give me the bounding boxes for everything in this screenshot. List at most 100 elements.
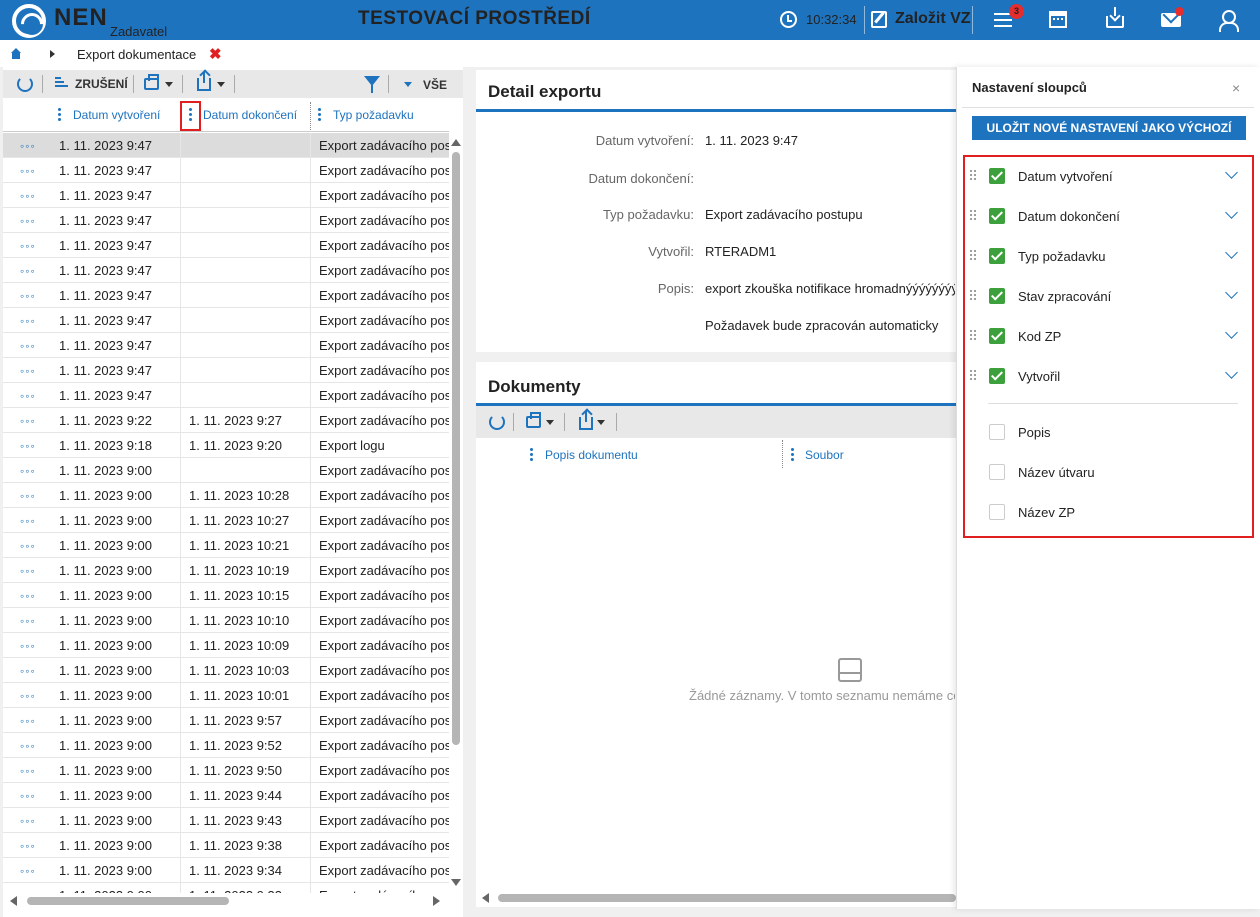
table-row[interactable]: ◦◦◦ 1. 11. 2023 9:47 Export zadávacího pos…: [3, 133, 449, 158]
export-icon[interactable]: [579, 411, 593, 430]
create-vz-button[interactable]: Založit VZ: [895, 10, 971, 28]
row-actions-icon[interactable]: ◦◦◦: [20, 889, 36, 893]
table-row[interactable]: ◦◦◦ 1. 11. 2023 9:00 1. 11. 2023 9:50 Expor…: [3, 758, 449, 783]
chevron-down-icon[interactable]: [1225, 166, 1238, 179]
row-actions-icon[interactable]: ◦◦◦: [20, 639, 36, 653]
chevron-down-icon[interactable]: [1225, 206, 1238, 219]
table-row[interactable]: ◦◦◦ 1. 11. 2023 9:47 Export zadávacího pos…: [3, 258, 449, 283]
chevron-down-icon[interactable]: [1225, 286, 1238, 299]
column-menu-icon[interactable]: [58, 108, 61, 122]
table-row[interactable]: ◦◦◦ 1. 11. 2023 9:00 1. 11. 2023 10:10 Expo…: [3, 608, 449, 633]
table-row[interactable]: ◦◦◦ 1. 11. 2023 9:00 1. 11. 2023 10:09 Expo…: [3, 633, 449, 658]
table-row[interactable]: ◦◦◦ 1. 11. 2023 9:22 1. 11. 2023 9:27 Expor…: [3, 408, 449, 433]
row-actions-icon[interactable]: ◦◦◦: [20, 214, 36, 228]
drag-handle-icon[interactable]: [969, 329, 976, 341]
table-row[interactable]: ◦◦◦ 1. 11. 2023 9:47 Export zadávacího pos…: [3, 183, 449, 208]
table-row[interactable]: ◦◦◦ 1. 11. 2023 9:00 1. 11. 2023 9:52 Expor…: [3, 733, 449, 758]
table-row[interactable]: ◦◦◦ 1. 11. 2023 9:47 Export zadávacího pos…: [3, 358, 449, 383]
refresh-icon[interactable]: [17, 76, 33, 92]
row-actions-icon[interactable]: ◦◦◦: [20, 839, 36, 853]
column-setting-item[interactable]: Popis: [963, 412, 1254, 452]
user-icon[interactable]: [1219, 10, 1239, 32]
print-icon[interactable]: [144, 74, 159, 90]
calendar-icon[interactable]: [1049, 11, 1067, 28]
row-actions-icon[interactable]: ◦◦◦: [20, 264, 36, 278]
column-setting-item[interactable]: Stav zpracování: [963, 276, 1254, 316]
row-actions-icon[interactable]: ◦◦◦: [20, 564, 36, 578]
table-row[interactable]: ◦◦◦ 1. 11. 2023 9:47 Export zadávacího pos…: [3, 383, 449, 408]
row-actions-icon[interactable]: ◦◦◦: [20, 489, 36, 503]
checkbox-checked[interactable]: [989, 208, 1005, 224]
close-tab-icon[interactable]: ✖: [209, 45, 222, 63]
horizontal-scrollbar-thumb[interactable]: [498, 894, 956, 902]
row-actions-icon[interactable]: ◦◦◦: [20, 414, 36, 428]
checkbox-checked[interactable]: [989, 328, 1005, 344]
drag-handle-icon[interactable]: [969, 369, 976, 381]
save-default-button[interactable]: ULOŽIT NOVÉ NASTAVENÍ JAKO VÝCHOZÍ: [972, 116, 1246, 140]
row-actions-icon[interactable]: ◦◦◦: [20, 814, 36, 828]
inbox-icon[interactable]: [1106, 7, 1124, 28]
row-actions-icon[interactable]: ◦◦◦: [20, 164, 36, 178]
column-header-file[interactable]: Soubor: [805, 448, 844, 462]
row-actions-icon[interactable]: ◦◦◦: [20, 539, 36, 553]
drag-handle-icon[interactable]: [969, 209, 976, 221]
drag-handle-icon[interactable]: [969, 249, 976, 261]
breadcrumb-current[interactable]: Export dokumentace: [77, 47, 196, 62]
scroll-right-icon[interactable]: [433, 896, 440, 906]
refresh-icon[interactable]: [489, 414, 505, 430]
edit-icon[interactable]: [871, 11, 887, 28]
row-actions-icon[interactable]: ◦◦◦: [20, 664, 36, 678]
drag-handle-icon[interactable]: [969, 169, 976, 181]
row-actions-icon[interactable]: ◦◦◦: [20, 189, 36, 203]
row-actions-icon[interactable]: ◦◦◦: [20, 464, 36, 478]
row-actions-icon[interactable]: ◦◦◦: [20, 239, 36, 253]
print-icon[interactable]: [526, 412, 541, 428]
table-row[interactable]: ◦◦◦ 1. 11. 2023 9:00 1. 11. 2023 9:44 Expor…: [3, 783, 449, 808]
table-row[interactable]: ◦◦◦ 1. 11. 2023 9:47 Export zadávacího pos…: [3, 308, 449, 333]
column-header-type[interactable]: Typ požadavku: [333, 108, 414, 122]
checkbox-checked[interactable]: [989, 288, 1005, 304]
table-row[interactable]: ◦◦◦ 1. 11. 2023 9:00 Export zadávacího pos…: [3, 458, 449, 483]
logo-icon[interactable]: [12, 4, 46, 38]
column-divider[interactable]: [310, 102, 311, 130]
column-setting-item[interactable]: Vytvořil: [963, 356, 1254, 396]
chevron-down-icon[interactable]: [546, 420, 554, 425]
table-row[interactable]: ◦◦◦ 1. 11. 2023 9:00 1. 11. 2023 10:01 Expo…: [3, 683, 449, 708]
scroll-left-icon[interactable]: [10, 896, 17, 906]
table-row[interactable]: ◦◦◦ 1. 11. 2023 9:00 1. 11. 2023 9:57 Expor…: [3, 708, 449, 733]
table-row[interactable]: ◦◦◦ 1. 11. 2023 9:47 Export zadávacího pos…: [3, 333, 449, 358]
drag-handle-icon[interactable]: [969, 289, 976, 301]
row-actions-icon[interactable]: ◦◦◦: [20, 389, 36, 403]
scroll-down-icon[interactable]: [451, 879, 461, 886]
checkbox-unchecked[interactable]: [989, 424, 1005, 440]
brand-name[interactable]: NEN: [54, 4, 108, 32]
column-header-document-description[interactable]: Popis dokumentu: [545, 448, 638, 462]
checkbox-checked[interactable]: [989, 168, 1005, 184]
row-actions-icon[interactable]: ◦◦◦: [20, 314, 36, 328]
column-setting-item[interactable]: Kod ZP: [963, 316, 1254, 356]
table-row[interactable]: ◦◦◦ 1. 11. 2023 9:00 1. 11. 2023 10:15 Expo…: [3, 583, 449, 608]
column-setting-item[interactable]: Datum dokončení: [963, 196, 1254, 236]
table-row[interactable]: ◦◦◦ 1. 11. 2023 9:00 1. 11. 2023 9:43 Expor…: [3, 808, 449, 833]
row-actions-icon[interactable]: ◦◦◦: [20, 364, 36, 378]
cancel-sort-icon[interactable]: [55, 77, 68, 90]
column-menu-icon[interactable]: [530, 448, 533, 462]
table-row[interactable]: ◦◦◦ 1. 11. 2023 9:00 1. 11. 2023 10:21 Expo…: [3, 533, 449, 558]
column-setting-item[interactable]: Název ZP: [963, 492, 1254, 532]
column-setting-item[interactable]: Typ požadavku: [963, 236, 1254, 276]
row-actions-icon[interactable]: ◦◦◦: [20, 864, 36, 878]
chevron-down-icon[interactable]: [597, 420, 605, 425]
table-row[interactable]: ◦◦◦ 1. 11. 2023 9:47 Export zadávacího pos…: [3, 283, 449, 308]
chevron-down-icon[interactable]: [1225, 246, 1238, 259]
column-divider[interactable]: [782, 440, 783, 468]
table-row[interactable]: ◦◦◦ 1. 11. 2023 9:00 1. 11. 2023 10:19 Expo…: [3, 558, 449, 583]
checkbox-checked[interactable]: [989, 368, 1005, 384]
chevron-down-icon[interactable]: [404, 82, 412, 87]
row-actions-icon[interactable]: ◦◦◦: [20, 139, 36, 153]
cancel-button[interactable]: ZRUŠENÍ: [75, 77, 128, 91]
chevron-down-icon[interactable]: [165, 82, 173, 87]
table-row[interactable]: ◦◦◦ 1. 11. 2023 9:00 1. 11. 2023 9:33 Expor…: [3, 883, 449, 893]
table-row[interactable]: ◦◦◦ 1. 11. 2023 9:47 Export zadávacího pos…: [3, 233, 449, 258]
checkbox-unchecked[interactable]: [989, 504, 1005, 520]
chevron-down-icon[interactable]: [1225, 366, 1238, 379]
